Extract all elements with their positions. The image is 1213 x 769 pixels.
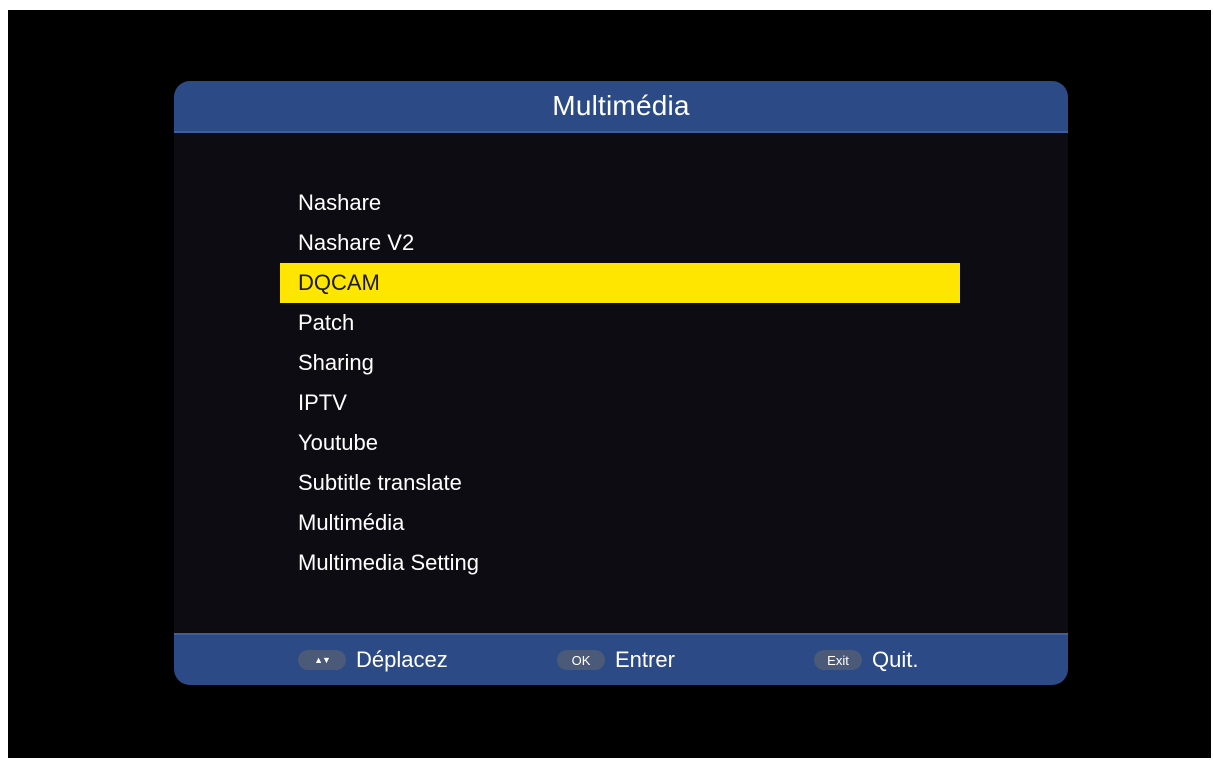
menu-item-iptv[interactable]: IPTV — [280, 383, 960, 423]
menu-item-multimedia[interactable]: Multimédia — [280, 503, 960, 543]
up-down-arrows-icon: ▲▼ — [298, 650, 346, 670]
move-hint: ▲▼ Déplacez — [298, 635, 448, 685]
multimedia-menu-panel: Multimédia Nashare Nashare V2 DQCAM Patc… — [174, 81, 1068, 685]
menu-item-youtube[interactable]: Youtube — [280, 423, 960, 463]
menu-item-nashare-v2[interactable]: Nashare V2 — [280, 223, 960, 263]
page-title: Multimédia — [552, 90, 690, 121]
menu-item-sharing[interactable]: Sharing — [280, 343, 960, 383]
menu-list: Nashare Nashare V2 DQCAM Patch Sharing I… — [280, 183, 960, 583]
menu-item-dqcam[interactable]: DQCAM — [280, 263, 960, 303]
ok-hint: OK Entrer — [557, 635, 675, 685]
menu-item-patch[interactable]: Patch — [280, 303, 960, 343]
title-bar: Multimédia — [174, 81, 1068, 133]
exit-hint-label: Quit. — [872, 647, 919, 672]
exit-key-icon: Exit — [814, 650, 862, 670]
key-hint-bar: ▲▼ Déplacez OK Entrer Exit Quit. — [174, 633, 1068, 685]
tv-screen: Multimédia Nashare Nashare V2 DQCAM Patc… — [8, 10, 1211, 758]
move-hint-label: Déplacez — [356, 647, 448, 672]
menu-item-multimedia-setting[interactable]: Multimedia Setting — [280, 543, 960, 583]
ok-hint-label: Entrer — [615, 647, 675, 672]
menu-item-subtitle-translate[interactable]: Subtitle translate — [280, 463, 960, 503]
menu-item-nashare[interactable]: Nashare — [280, 183, 960, 223]
ok-key-icon: OK — [557, 650, 605, 670]
exit-hint: Exit Quit. — [814, 635, 918, 685]
